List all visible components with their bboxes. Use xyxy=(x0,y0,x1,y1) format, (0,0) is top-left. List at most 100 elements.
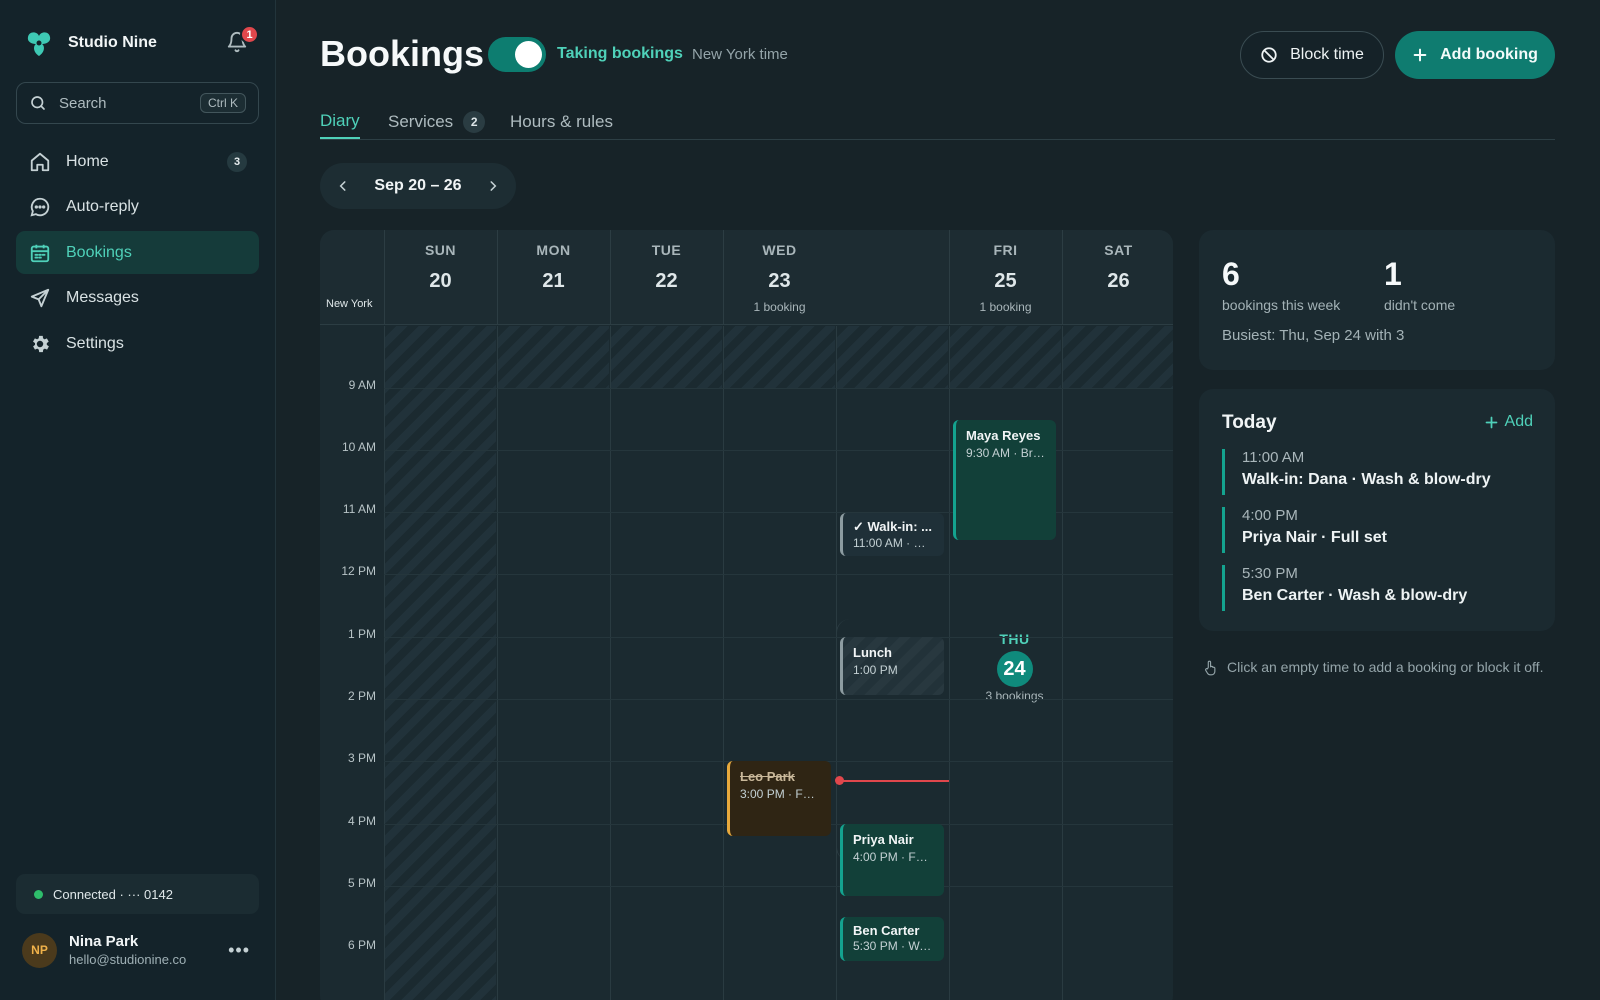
stat-bookings: 6 bookings this week xyxy=(1222,256,1340,313)
tab-hours-rules[interactable]: Hours & rules xyxy=(510,104,613,139)
closed-hours xyxy=(498,326,609,388)
today-title: Today xyxy=(1222,412,1277,433)
closed-hours xyxy=(611,326,722,388)
hour-gridline xyxy=(384,637,1173,638)
hour-label: 10 AM xyxy=(341,440,376,454)
logo-icon xyxy=(24,28,54,58)
search-shortcut: Ctrl K xyxy=(200,93,246,113)
sidebar-item-label: Bookings xyxy=(66,243,132,261)
day-number: 26 xyxy=(1107,269,1130,292)
avatar: NP xyxy=(22,932,57,968)
tab-count-badge: 2 xyxy=(463,110,486,133)
today-appointment[interactable]: 11:00 AM Walk-in: Dana · Wash & blow-dry xyxy=(1222,449,1532,495)
hour-label: 11 AM xyxy=(342,502,376,516)
stat-label: didn't come xyxy=(1384,297,1456,313)
event-subtitle: 11:00 AM · W... xyxy=(853,536,934,550)
blocked-time-event[interactable]: Lunch 1:00 PM xyxy=(840,637,944,695)
event-title: Ben Carter xyxy=(853,923,920,938)
search-input[interactable]: Search Ctrl K xyxy=(16,82,259,124)
date-range-label[interactable]: Sep 20 – 26 xyxy=(374,177,461,195)
hour-label: 1 PM xyxy=(347,627,376,641)
plus-icon xyxy=(1412,47,1428,63)
sidebar-item-label: Settings xyxy=(66,334,124,352)
closed-hours xyxy=(837,326,948,388)
user-email: hello@studionine.co xyxy=(69,952,187,967)
status-dot xyxy=(34,889,43,899)
sidebar-item-bookings[interactable]: Bookings xyxy=(16,231,259,274)
prev-week-button[interactable] xyxy=(336,179,350,193)
appointment-time: 4:00 PM xyxy=(1242,507,1298,524)
day-column-tue[interactable] xyxy=(610,326,722,1000)
day-column-sat[interactable] xyxy=(1062,326,1173,1000)
day-name: WED xyxy=(762,242,797,258)
sidebar-item-home[interactable]: Home 3 xyxy=(16,140,259,183)
tab-bar: Diary Services 2 Hours & rules xyxy=(320,104,1555,140)
booking-event[interactable]: Maya Reyes 9:30 AM · Bra... xyxy=(953,420,1056,540)
booking-event[interactable]: Ben Carter 5:30 PM · Wa... xyxy=(840,917,944,961)
brand[interactable]: Studio Nine xyxy=(24,28,157,58)
next-week-button[interactable] xyxy=(486,179,500,193)
sidebar: Studio Nine 1 Search Ctrl K Home 3 Auto-… xyxy=(0,0,276,1000)
hour-gridline xyxy=(384,699,1173,700)
closed-hours xyxy=(724,326,835,388)
tab-diary[interactable]: Diary xyxy=(320,104,360,139)
search-icon xyxy=(29,94,47,112)
hour-gridline xyxy=(384,574,1173,575)
appointment-description: Ben Carter · Wash & blow-dry xyxy=(1242,587,1468,604)
event-title: ✓ Walk-in: ... xyxy=(853,519,933,534)
booking-event[interactable]: Priya Nair 4:00 PM · Full... xyxy=(840,824,944,896)
notification-count-badge: 1 xyxy=(240,25,259,44)
hour-label: 9 AM xyxy=(348,378,376,392)
calendar-icon xyxy=(28,241,52,265)
sidebar-item-messages[interactable]: Messages xyxy=(16,277,259,320)
hour-label: 4 PM xyxy=(347,814,376,828)
user-name: Nina Park xyxy=(69,933,139,950)
stat-value: 6 xyxy=(1222,256,1240,292)
add-booking-button[interactable]: Add booking xyxy=(1395,31,1555,79)
block-time-label: Block time xyxy=(1290,46,1364,63)
today-add-button[interactable]: Add xyxy=(1484,413,1533,431)
plus-icon xyxy=(1484,415,1499,430)
tab-services[interactable]: Services 2 xyxy=(388,104,486,139)
brand-name: Studio Nine xyxy=(68,34,157,51)
sidebar-item-label: Messages xyxy=(66,289,139,306)
today-add-label: Add xyxy=(1504,413,1533,430)
event-subtitle: 3:00 PM · Full... xyxy=(740,787,821,801)
today-appointment[interactable]: 4:00 PM Priya Nair · Full set xyxy=(1222,507,1532,553)
day-column-wed[interactable] xyxy=(723,326,835,1000)
event-subtitle: 4:00 PM · Full... xyxy=(853,850,934,864)
hour-label: 5 PM xyxy=(347,876,376,890)
sidebar-item-settings[interactable]: Settings xyxy=(16,322,259,365)
chat-icon xyxy=(28,195,52,219)
day-header-mon: MON 21 xyxy=(497,230,609,325)
calendar-header: New York SUN 20 MON 21 TUE 22 WED 23 1 b… xyxy=(320,230,1173,861)
block-icon xyxy=(1260,46,1278,64)
day-column-sun[interactable] xyxy=(384,326,496,1000)
tab-label: Services xyxy=(388,111,454,131)
chevron-right-icon xyxy=(490,181,497,191)
today-card: Today Add 11:00 AM Walk-in: Dana · Wash … xyxy=(1199,389,1555,631)
closed-hours xyxy=(950,326,1061,388)
sidebar-item-auto-reply[interactable]: Auto-reply xyxy=(16,186,259,229)
date-navigator: Sep 20 – 26 xyxy=(320,163,516,209)
booking-event[interactable]: ✓ Walk-in: ... 11:00 AM · W... xyxy=(840,513,944,556)
day-number: 21 xyxy=(542,269,565,292)
appointment-description: Walk-in: Dana · Wash & blow-dry xyxy=(1242,471,1491,488)
cancelled-booking-event[interactable]: Leo Park 3:00 PM · Full... xyxy=(727,761,831,836)
stat-label: bookings this week xyxy=(1222,297,1341,313)
day-number: 23 xyxy=(768,269,791,292)
sidebar-item-label: Home xyxy=(66,152,109,170)
appointment-description: Priya Nair · Full set xyxy=(1242,529,1387,546)
user-profile[interactable]: NP Nina Park hello@studionine.co ••• xyxy=(22,930,258,970)
block-time-button[interactable]: Block time xyxy=(1240,31,1384,79)
connection-status[interactable]: Connected · ··· 0142 xyxy=(16,874,259,914)
more-options-icon[interactable]: ••• xyxy=(228,940,250,961)
day-column-mon[interactable] xyxy=(497,326,609,1000)
toggle-knob xyxy=(515,41,542,68)
today-appointment[interactable]: 5:30 PM Ben Carter · Wash & blow-dry xyxy=(1222,565,1532,611)
day-booking-count: 1 booking xyxy=(979,300,1032,314)
event-subtitle: 1:00 PM xyxy=(853,663,898,677)
current-time-dot xyxy=(835,776,844,785)
taking-bookings-toggle[interactable] xyxy=(488,37,546,72)
day-booking-count: 1 booking xyxy=(753,300,806,314)
